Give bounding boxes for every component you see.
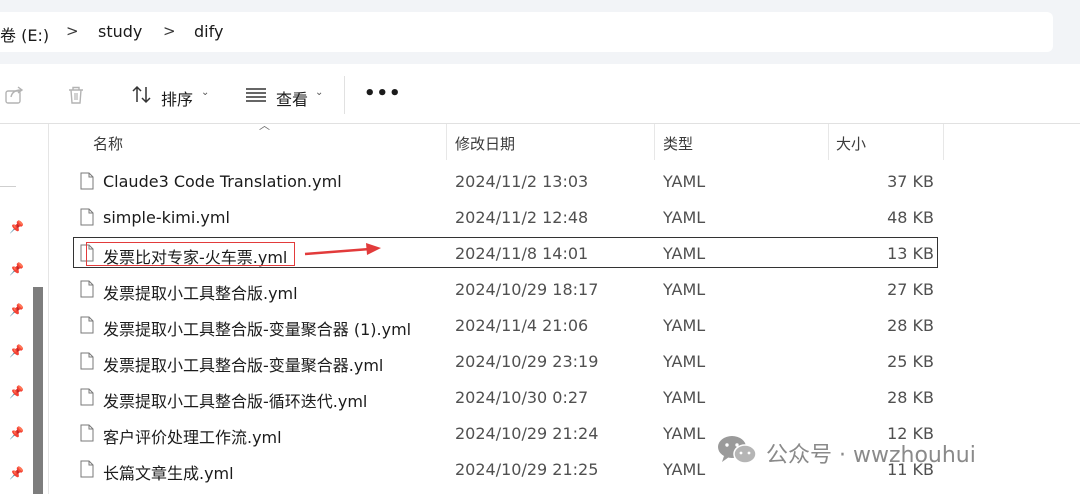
column-header-size[interactable]: 大小 [836, 133, 866, 154]
file-size: 28 KB [887, 316, 934, 335]
file-name: 发票提取小工具整合版-变量聚合器 (1).yml [103, 320, 412, 339]
file-icon [80, 424, 94, 442]
file-row[interactable]: 发票提取小工具整合版-变量聚合器.yml 2024/10/29 23:19 YAML… [0, 343, 1080, 379]
column-header-modified[interactable]: 修改日期 [455, 133, 515, 154]
file-name: 客户评价处理工作流.yml [103, 428, 282, 447]
breadcrumb-study[interactable]: study [98, 22, 142, 41]
file-icon [80, 208, 94, 226]
watermark-text: 公众号 · wwzhouhui [766, 443, 976, 468]
view-icon[interactable] [245, 88, 267, 102]
file-name: simple-kimi.yml [103, 208, 230, 227]
file-row[interactable]: 发票提取小工具整合版.yml 2024/10/29 18:17 YAML 27 KB [0, 271, 1080, 307]
file-type: YAML [663, 280, 706, 299]
breadcrumb-drive[interactable]: 卷 (E:) [0, 22, 49, 46]
file-name: 发票提取小工具整合版-循环迭代.yml [103, 392, 368, 411]
file-modified-date: 2024/11/2 12:48 [455, 208, 589, 227]
file-size: 27 KB [887, 280, 934, 299]
file-row[interactable]: 发票提取小工具整合版-循环迭代.yml 2024/10/30 0:27 YAML 28… [0, 379, 1080, 415]
view-button[interactable]: 查看 [276, 86, 308, 110]
chevron-down-icon: ⌄ [315, 87, 324, 98]
file-icon [80, 460, 94, 478]
column-header-name[interactable]: 名称 [93, 133, 123, 154]
column-divider[interactable] [943, 124, 944, 160]
file-name: 长篇文章生成.yml [103, 464, 234, 483]
file-type: YAML [663, 172, 706, 191]
file-type: YAML [663, 352, 706, 371]
chevron-down-icon: ⌄ [201, 87, 210, 98]
toolbar-divider [344, 76, 345, 114]
address-bar[interactable] [0, 12, 1053, 52]
file-modified-date: 2024/10/29 18:17 [455, 280, 599, 299]
column-divider[interactable] [446, 124, 447, 160]
column-header-type[interactable]: 类型 [663, 133, 693, 154]
breadcrumb-separator-icon: > [66, 22, 79, 40]
annotation-arrow-icon [304, 243, 381, 256]
file-modified-date: 2024/11/4 21:06 [455, 316, 589, 335]
file-row[interactable]: Claude3 Code Translation.yml 2024/11/2 13… [0, 163, 1080, 199]
file-modified-date: 2024/11/2 13:03 [455, 172, 589, 191]
file-row[interactable]: simple-kimi.yml 2024/11/2 12:48 YAML 48 KB [0, 199, 1080, 235]
file-type: YAML [663, 388, 706, 407]
breadcrumb-dify[interactable]: dify [194, 22, 223, 41]
file-icon [80, 172, 94, 190]
file-name: 发票提取小工具整合版.yml [103, 284, 298, 303]
file-size: 37 KB [887, 172, 934, 191]
file-type: YAML [663, 316, 706, 335]
file-icon [80, 316, 94, 334]
file-size: 25 KB [887, 352, 934, 371]
file-size: 48 KB [887, 208, 934, 227]
file-size: 28 KB [887, 388, 934, 407]
breadcrumb-separator-icon: > [163, 22, 176, 40]
sort-icon[interactable] [131, 85, 153, 105]
wechat-icon [718, 436, 757, 464]
file-type: YAML [663, 460, 706, 479]
file-row[interactable]: 发票提取小工具整合版-变量聚合器 (1).yml 2024/11/4 21:06 Y… [0, 307, 1080, 343]
share-icon[interactable] [4, 84, 26, 106]
trash-icon[interactable] [65, 84, 87, 106]
file-modified-date: 2024/10/30 0:27 [455, 388, 589, 407]
file-type: YAML [663, 208, 706, 227]
file-modified-date: 2024/10/29 21:24 [455, 424, 599, 443]
sort-ascending-icon: ︿ [259, 119, 270, 132]
file-icon [80, 388, 94, 406]
file-modified-date: 2024/10/29 21:25 [455, 460, 599, 479]
file-icon [80, 280, 94, 298]
file-icon [80, 352, 94, 370]
column-divider[interactable] [828, 124, 829, 160]
more-options-button[interactable]: ••• [364, 83, 402, 104]
column-divider[interactable] [654, 124, 655, 160]
file-name: 发票提取小工具整合版-变量聚合器.yml [103, 356, 384, 375]
file-modified-date: 2024/10/29 23:19 [455, 352, 599, 371]
highlight-annotation-box [86, 242, 295, 266]
sort-button[interactable]: 排序 [161, 86, 193, 110]
file-type: YAML [663, 424, 706, 443]
file-name: Claude3 Code Translation.yml [103, 172, 342, 191]
